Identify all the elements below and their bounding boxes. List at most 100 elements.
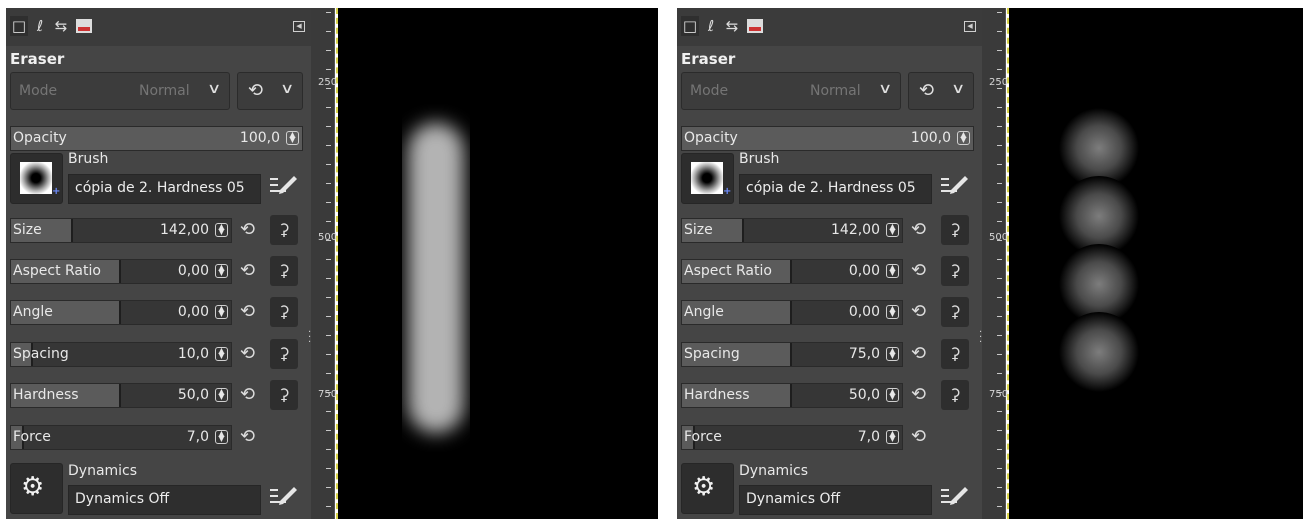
- mode-select[interactable]: Mode Normal ∨: [681, 72, 901, 110]
- edit-icon[interactable]: [268, 174, 298, 200]
- slider-angle[interactable]: Angle 0,00 ▲ ▼: [681, 300, 903, 325]
- image-canvas[interactable]: [338, 8, 658, 519]
- chain-icon[interactable]: ⚳: [270, 215, 298, 245]
- slider-value: 0,00: [848, 263, 880, 279]
- slider-hardness[interactable]: Hardness 50,0 ▲ ▼: [10, 383, 232, 408]
- chain-icon[interactable]: ⚳: [941, 256, 969, 286]
- slider-value: 0,00: [848, 304, 880, 320]
- pane-grip[interactable]: · · ·: [979, 328, 982, 348]
- reset-icon[interactable]: ⟲: [240, 384, 255, 405]
- chain-icon[interactable]: ⚳: [941, 215, 969, 245]
- dynamics-preview[interactable]: ⚙: [10, 463, 63, 514]
- ruler-number: 500: [989, 232, 1009, 243]
- chain-icon[interactable]: ⚳: [941, 297, 969, 327]
- slider-aspect-ratio[interactable]: Aspect Ratio 0,00 ▲ ▼: [10, 259, 232, 284]
- reset-icon[interactable]: ⟲: [240, 219, 255, 240]
- undo-history-icon[interactable]: ⇆: [723, 16, 741, 36]
- reset-icon[interactable]: ⟲: [911, 260, 926, 281]
- reset-icon[interactable]: ⟲: [240, 301, 255, 322]
- tool-title: Eraser: [10, 50, 65, 68]
- dynamics-icon: ⚙: [21, 472, 45, 502]
- reset-icon[interactable]: ⟲: [911, 219, 926, 240]
- brush-name-field[interactable]: cópia de 2. Hardness 05: [739, 174, 932, 204]
- chain-icon[interactable]: ⚳: [270, 380, 298, 410]
- composite-mode-button[interactable]: ⟲ ∨: [237, 72, 303, 110]
- slider-size[interactable]: Size 142,00 ▲ ▼: [10, 218, 232, 243]
- spin-arrows-icon[interactable]: ▲ ▼: [886, 430, 899, 444]
- chain-icon[interactable]: ⚳: [270, 339, 298, 369]
- spin-arrows-icon[interactable]: ▲ ▼: [286, 131, 299, 145]
- edit-icon[interactable]: [939, 485, 969, 511]
- opacity-slider[interactable]: Opacity 100,0 ▲ ▼: [681, 126, 974, 151]
- slider-label: Hardness: [684, 387, 750, 403]
- opacity-slider[interactable]: Opacity 100,0 ▲ ▼: [10, 126, 303, 151]
- slider-label: Spacing: [13, 346, 69, 362]
- reset-icon[interactable]: ⟲: [911, 426, 926, 447]
- reset-icon[interactable]: ⟲: [911, 343, 926, 364]
- undo-history-icon[interactable]: ⇆: [52, 16, 70, 36]
- mode-select[interactable]: Mode Normal ∨: [10, 72, 230, 110]
- spin-arrows-icon[interactable]: ▲ ▼: [957, 131, 970, 145]
- dynamics-label: Dynamics: [68, 463, 138, 479]
- composite-mode-button[interactable]: ⟲ ∨: [908, 72, 974, 110]
- chevron-down-icon: ∨: [877, 81, 893, 97]
- dynamics-name-field[interactable]: Dynamics Off: [68, 485, 261, 515]
- slider-label: Angle: [684, 304, 724, 320]
- spin-arrows-icon[interactable]: ▲ ▼: [215, 223, 228, 237]
- dock-menu-icon[interactable]: ◀: [964, 21, 976, 32]
- image-canvas[interactable]: [1009, 8, 1303, 519]
- images-icon[interactable]: [73, 16, 95, 36]
- edit-icon[interactable]: [268, 485, 298, 511]
- pane-right: □ ℓ ⇆ ◀ Eraser Mode Normal ∨ ⟲ ∨ Opacity 100,0 ▲ ▼ + Br…: [677, 8, 1304, 519]
- dynamics-name-field[interactable]: Dynamics Off: [739, 485, 932, 515]
- slider-force[interactable]: Force 7,0 ▲ ▼: [681, 425, 903, 450]
- brush-preview[interactable]: +: [10, 153, 63, 204]
- reset-icon[interactable]: ⟲: [911, 301, 926, 322]
- brush-preview[interactable]: +: [681, 153, 734, 204]
- tool-options-icon[interactable]: □: [681, 16, 699, 36]
- reset-icon[interactable]: ⟲: [240, 343, 255, 364]
- slider-aspect-ratio[interactable]: Aspect Ratio 0,00 ▲ ▼: [681, 259, 903, 284]
- slider-spacing[interactable]: Spacing 75,0 ▲ ▼: [681, 342, 903, 367]
- spin-arrows-icon[interactable]: ▲ ▼: [215, 305, 228, 319]
- device-status-icon[interactable]: ℓ: [702, 16, 720, 36]
- slider-spacing[interactable]: Spacing 10,0 ▲ ▼: [10, 342, 232, 367]
- reset-icon[interactable]: ⟲: [911, 384, 926, 405]
- spin-arrows-icon[interactable]: ▲ ▼: [215, 388, 228, 402]
- slider-force[interactable]: Force 7,0 ▲ ▼: [10, 425, 232, 450]
- device-status-icon[interactable]: ℓ: [31, 16, 49, 36]
- spin-arrows-icon[interactable]: ▲ ▼: [886, 264, 899, 278]
- images-icon[interactable]: [744, 16, 766, 36]
- dock-tab-bar: □ ℓ ⇆ ◀: [6, 8, 311, 46]
- dock-menu-icon[interactable]: ◀: [293, 21, 305, 32]
- slider-size[interactable]: Size 142,00 ▲ ▼: [681, 218, 903, 243]
- spin-arrows-icon[interactable]: ▲ ▼: [215, 347, 228, 361]
- slider-angle[interactable]: Angle 0,00 ▲ ▼: [10, 300, 232, 325]
- tool-options-icon[interactable]: □: [10, 16, 28, 36]
- vertical-ruler[interactable]: 250 500 750: [311, 8, 337, 519]
- slider-hardness[interactable]: Hardness 50,0 ▲ ▼: [681, 383, 903, 408]
- dynamics-preview[interactable]: ⚙: [681, 463, 734, 514]
- tool-title: Eraser: [681, 50, 736, 68]
- chain-icon[interactable]: ⚳: [270, 297, 298, 327]
- spin-arrows-icon[interactable]: ▲ ▼: [215, 264, 228, 278]
- pane-grip[interactable]: · · ·: [308, 328, 311, 348]
- opacity-label: Opacity: [13, 130, 67, 146]
- dock-tab-bar: □ ℓ ⇆ ◀: [677, 8, 982, 46]
- reset-icon[interactable]: ⟲: [240, 260, 255, 281]
- spin-arrows-icon[interactable]: ▲ ▼: [886, 305, 899, 319]
- vertical-ruler[interactable]: 250 500 750: [982, 8, 1009, 519]
- reset-icon[interactable]: ⟲: [240, 426, 255, 447]
- spin-arrows-icon[interactable]: ▲ ▼: [886, 347, 899, 361]
- spin-arrows-icon[interactable]: ▲ ▼: [215, 430, 228, 444]
- slider-value: 142,00: [831, 222, 880, 238]
- brush-name-field[interactable]: cópia de 2. Hardness 05: [68, 174, 261, 204]
- chain-icon[interactable]: ⚳: [270, 256, 298, 286]
- spin-arrows-icon[interactable]: ▲ ▼: [886, 388, 899, 402]
- opacity-value: 100,0: [239, 130, 280, 146]
- mode-label: Mode: [690, 83, 729, 99]
- chain-icon[interactable]: ⚳: [941, 380, 969, 410]
- spin-arrows-icon[interactable]: ▲ ▼: [886, 223, 899, 237]
- chain-icon[interactable]: ⚳: [941, 339, 969, 369]
- edit-icon[interactable]: [939, 174, 969, 200]
